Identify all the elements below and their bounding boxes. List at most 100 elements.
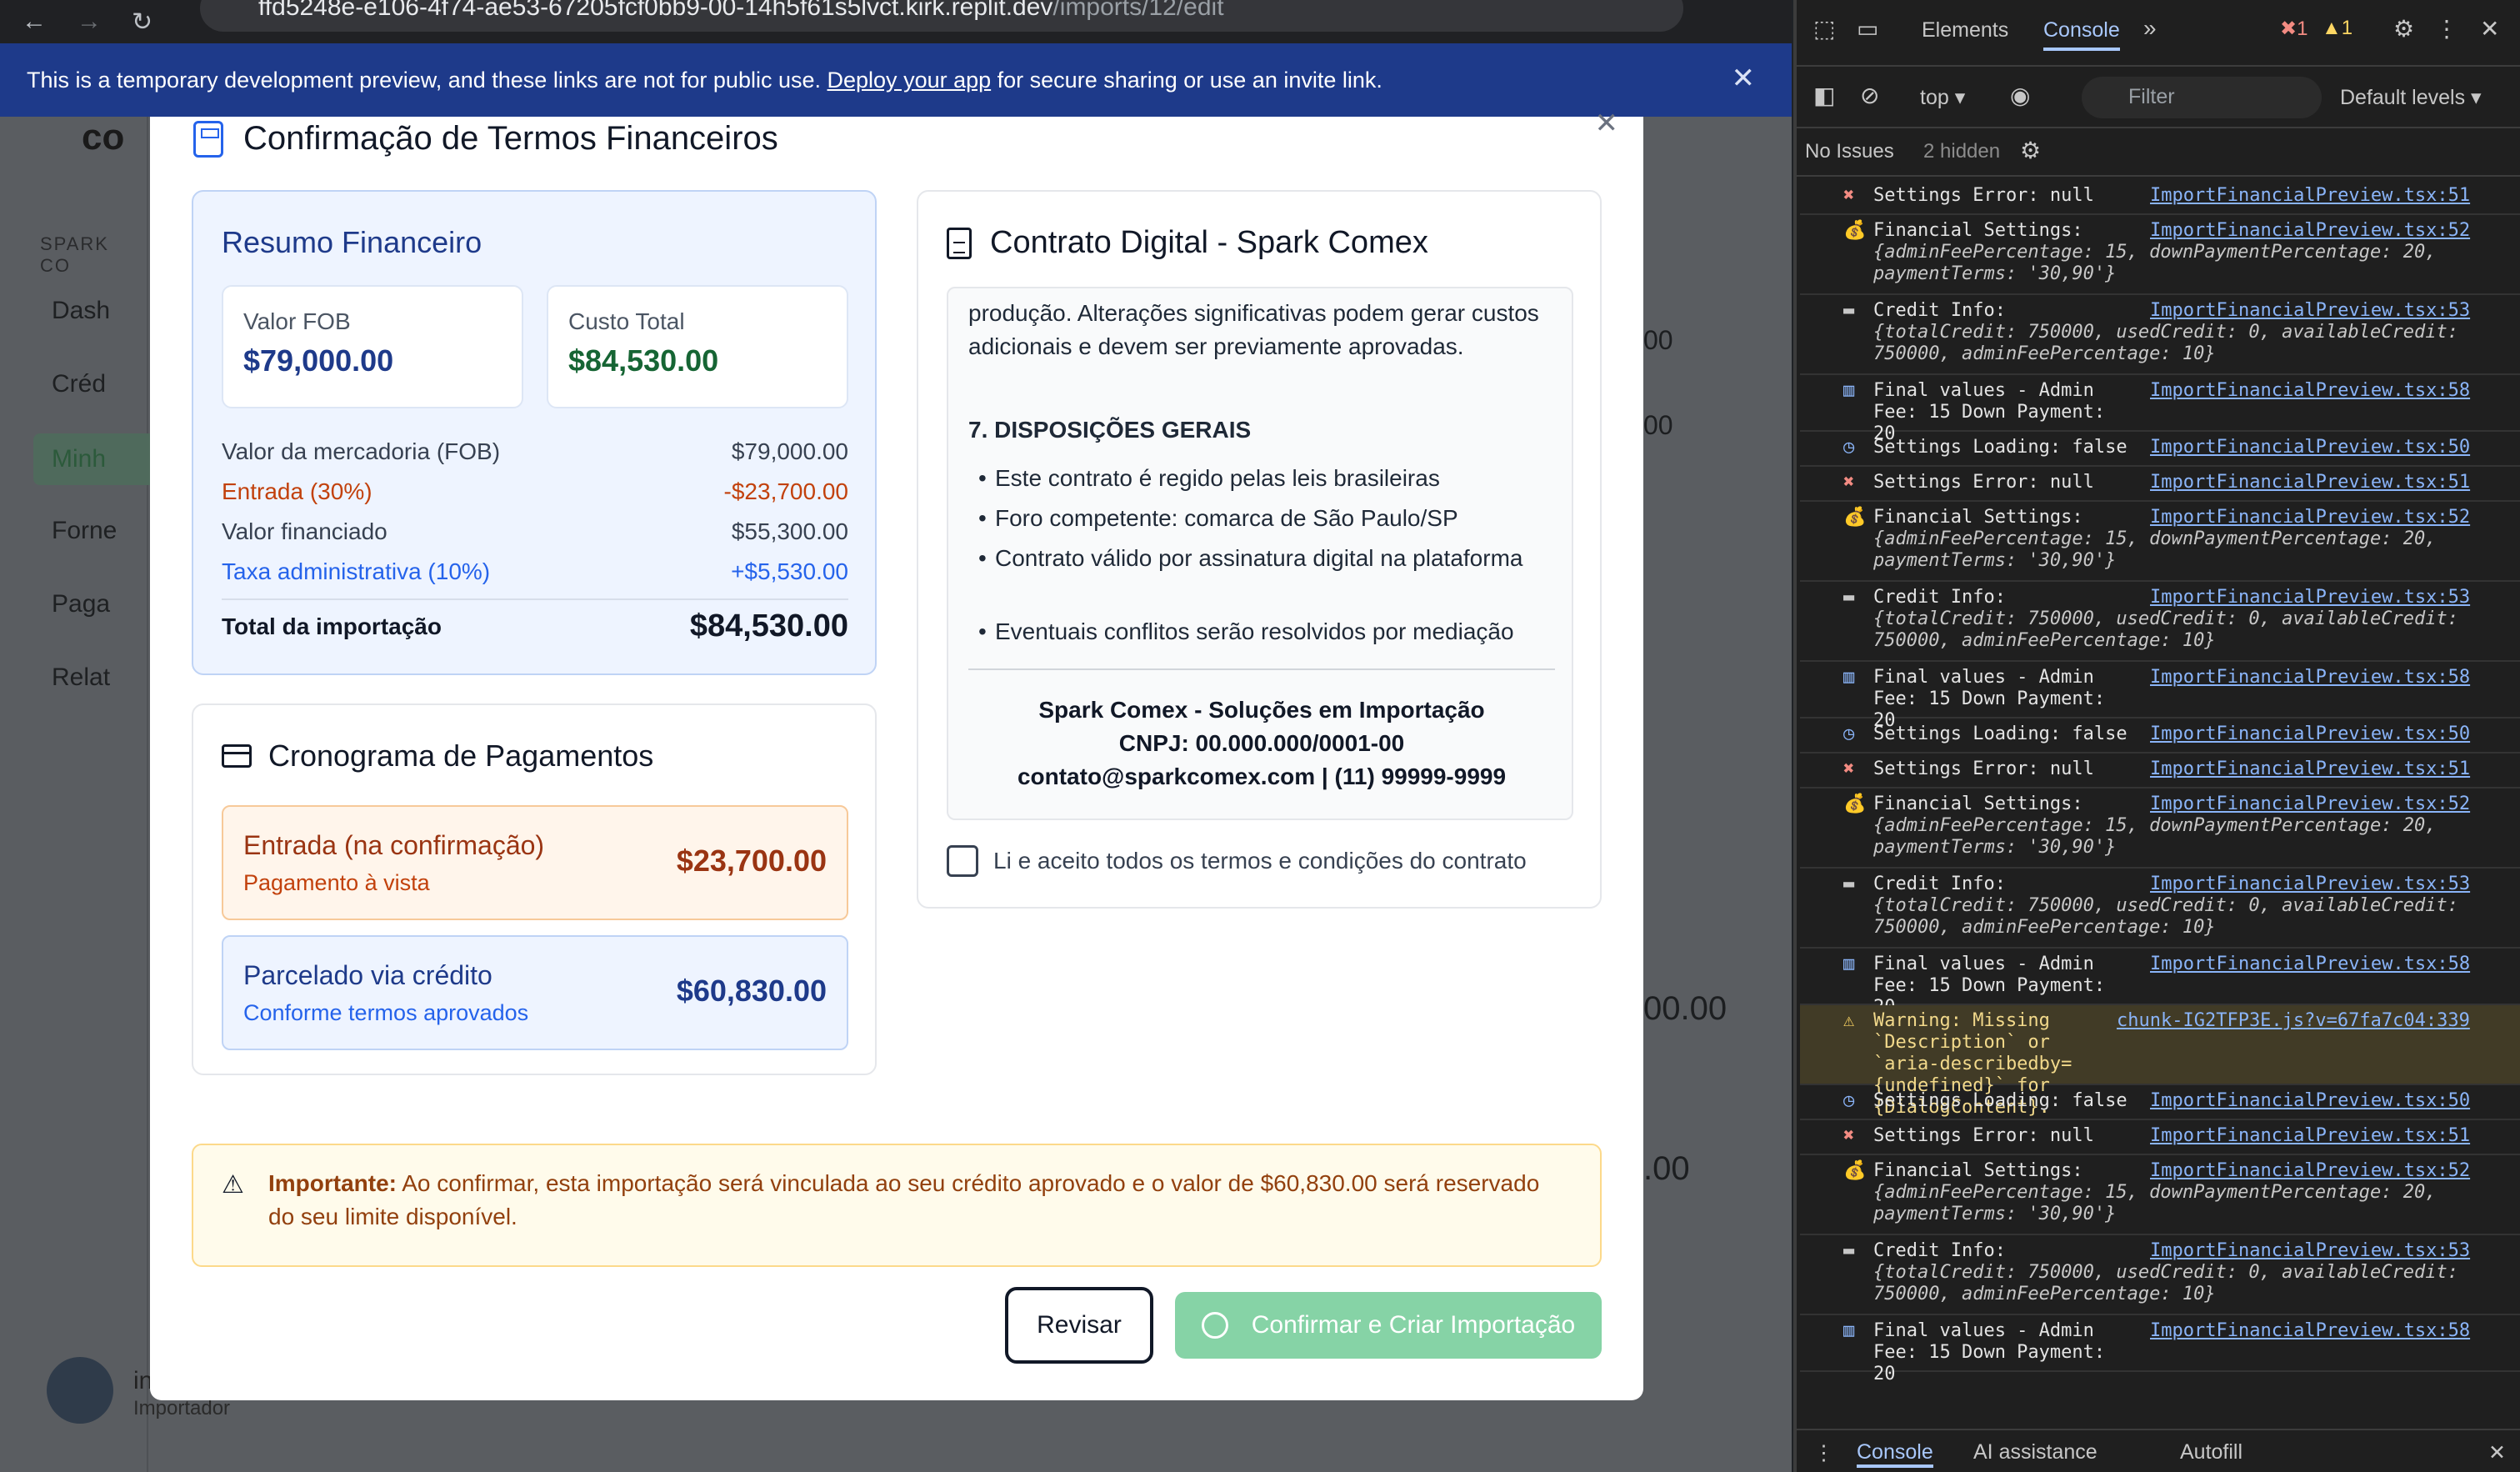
log-object[interactable]: {totalCredit: 750000, usedCredit: 0, ava…	[1873, 608, 2515, 652]
log-source-link[interactable]: ImportFinancialPreview.tsx:51	[2150, 1125, 2470, 1146]
reload-icon[interactable]: ↻	[132, 8, 165, 37]
log-source-link[interactable]: ImportFinancialPreview.tsx:58	[2150, 380, 2470, 401]
checkbox[interactable]	[947, 845, 978, 877]
log-message: Credit Info:	[1873, 300, 2006, 321]
console-log-entry[interactable]: ▥ Final values - Admin Fee: 15 Down Payme…	[1800, 949, 2520, 1018]
console-log-entry[interactable]: ▥ Final values - Admin Fee: 15 Down Payme…	[1800, 375, 2520, 444]
sidebar-toggle-icon[interactable]: ◧	[1813, 82, 1835, 109]
console-log-entry[interactable]: ▬ Credit Info: ImportFinancialPreview.tsx:…	[1800, 295, 2520, 375]
console-log-entry[interactable]: ▥ Final values - Admin Fee: 15 Down Payme…	[1800, 662, 2520, 731]
browser-toolbar: ← → ↻ ffd5248e-e106-4f74-ae53-67205fcf0b…	[0, 0, 2106, 43]
log-source-link[interactable]: ImportFinancialPreview.tsx:50	[2150, 723, 2470, 744]
sidebar-item-imports[interactable]: Minh	[33, 433, 158, 485]
console-log-entry[interactable]: ✖ Settings Error: null ImportFinancialPrev…	[1800, 467, 2520, 502]
credit-card-icon: ▬	[1843, 300, 1855, 321]
clear-console-icon[interactable]: ⊘	[1860, 82, 1879, 109]
log-source-link[interactable]: ImportFinancialPreview.tsx:53	[2150, 300, 2470, 321]
close-icon[interactable]: ✕	[1595, 107, 1619, 140]
log-source-link[interactable]: ImportFinancialPreview.tsx:52	[2150, 794, 2470, 814]
tab-elements[interactable]: Elements	[1922, 18, 2008, 43]
inspect-icon[interactable]: ⬚	[1813, 15, 1835, 43]
log-source-link[interactable]: ImportFinancialPreview.tsx:52	[2150, 220, 2470, 241]
log-source-link[interactable]: ImportFinancialPreview.tsx:53	[2150, 874, 2470, 894]
console-log-entry[interactable]: ✖ Settings Error: null ImportFinancialPrev…	[1800, 754, 2520, 789]
close-icon[interactable]: ✕	[2488, 1440, 2506, 1465]
console-log-entry[interactable]: ◷ Settings Loading: false ImportFinancialP…	[1800, 432, 2520, 467]
log-source-link[interactable]: ImportFinancialPreview.tsx:51	[2150, 472, 2470, 493]
log-levels-select[interactable]: Default levels ▾	[2340, 85, 2482, 110]
log-source-link[interactable]: ImportFinancialPreview.tsx:53	[2150, 1240, 2470, 1261]
contract-scroll-area[interactable]: produção. Alterações significativas pode…	[947, 287, 1573, 820]
address-bar[interactable]: ffd5248e-e106-4f74-ae53-67205fcf0bb9-00-…	[200, 0, 1683, 32]
console-log-entry[interactable]: ◷ Settings Loading: false ImportFinancialP…	[1800, 718, 2520, 754]
confirm-create-import-button[interactable]: Confirmar e Criar Importação	[1175, 1292, 1602, 1359]
sidebar-item-payments[interactable]: Paga	[52, 590, 110, 618]
console-log-entry[interactable]: ◷ Settings Loading: false ImportFinancialP…	[1800, 1085, 2520, 1120]
console-log-entry[interactable]: ✖ Settings Error: null ImportFinancialPrev…	[1800, 180, 2520, 215]
log-source-link[interactable]: ImportFinancialPreview.tsx:58	[2150, 954, 2470, 974]
loading-icon: ◷	[1843, 1090, 1855, 1111]
review-button[interactable]: Revisar	[1005, 1287, 1153, 1364]
eye-icon[interactable]: ◉	[2010, 82, 2030, 109]
log-object[interactable]: {adminFeePercentage: 15, downPaymentPerc…	[1873, 528, 2515, 572]
sidebar-item-dashboard[interactable]: Dash	[52, 297, 110, 325]
log-source-link[interactable]: ImportFinancialPreview.tsx:51	[2150, 185, 2470, 206]
console-log-entry[interactable]: ✖ Settings Error: null ImportFinancialPrev…	[1800, 1120, 2520, 1155]
log-object[interactable]: {adminFeePercentage: 15, downPaymentPerc…	[1873, 242, 2515, 285]
warning-count-badge[interactable]: ▲1	[2322, 17, 2352, 40]
error-count-badge[interactable]: ✖1	[2280, 17, 2308, 41]
close-icon[interactable]: ✕	[2480, 15, 2499, 43]
console-log-entry[interactable]: ▬ Credit Info: ImportFinancialPreview.tsx:…	[1800, 1235, 2520, 1315]
drawer-tab-ai-assistance[interactable]: AI assistance	[1973, 1440, 2098, 1464]
drawer-tab-autofill[interactable]: Autofill	[2180, 1440, 2242, 1464]
log-source-link[interactable]: ImportFinancialPreview.tsx:50	[2150, 437, 2470, 458]
tab-console[interactable]: Console	[2043, 18, 2120, 51]
log-object[interactable]: {totalCredit: 750000, usedCredit: 0, ava…	[1873, 895, 2515, 939]
log-message: Settings Error: null	[1873, 759, 2094, 779]
device-toolbar-icon[interactable]: ▭	[1857, 15, 1878, 43]
log-object[interactable]: {adminFeePercentage: 15, downPaymentPerc…	[1873, 1182, 2515, 1225]
console-log-entry[interactable]: 💰 Financial Settings: ImportFinancialPrevi…	[1800, 1155, 2520, 1235]
important-notice: ⚠ Importante: Ao confirmar, esta importa…	[192, 1144, 1602, 1267]
filter-input[interactable]: Filter	[2082, 77, 2322, 118]
log-object[interactable]: {totalCredit: 750000, usedCredit: 0, ava…	[1873, 1262, 2515, 1305]
sidebar-item-suppliers[interactable]: Forne	[52, 517, 117, 545]
log-source-link[interactable]: ImportFinancialPreview.tsx:52	[2150, 1160, 2470, 1181]
more-tabs-icon[interactable]: »	[2143, 15, 2157, 42]
contract-list-item: Eventuais conflitos serão resolvidos por…	[978, 615, 1562, 648]
console-log-entry[interactable]: 💰 Financial Settings: ImportFinancialPrevi…	[1800, 502, 2520, 582]
kebab-menu-icon[interactable]: ⋮	[2435, 15, 2458, 43]
log-source-link[interactable]: ImportFinancialPreview.tsx:58	[2150, 667, 2470, 688]
log-source-link[interactable]: chunk-IG2TFP3E.js?v=67fa7c04:339	[2117, 1010, 2470, 1031]
close-icon[interactable]: ✕	[1732, 62, 1756, 95]
console-log-entry[interactable]: ▬ Credit Info: ImportFinancialPreview.tsx:…	[1800, 582, 2520, 662]
log-source-link[interactable]: ImportFinancialPreview.tsx:53	[2150, 587, 2470, 608]
preview-banner: This is a temporary development preview,…	[0, 43, 1792, 117]
warning-icon: ⚠	[222, 1171, 244, 1199]
context-select[interactable]: top ▾	[1920, 85, 1965, 110]
sidebar-item-reports[interactable]: Relat	[52, 663, 110, 692]
gear-icon[interactable]: ⚙	[2393, 15, 2414, 43]
gear-icon[interactable]: ⚙	[2020, 137, 2041, 164]
money-bag-icon: 💰	[1843, 794, 1867, 814]
sidebar-item-credit[interactable]: Créd	[52, 370, 106, 398]
forward-icon[interactable]: →	[77, 8, 110, 36]
log-source-link[interactable]: ImportFinancialPreview.tsx:52	[2150, 507, 2470, 528]
console-log-entry[interactable]: ▬ Credit Info: ImportFinancialPreview.tsx:…	[1800, 869, 2520, 949]
row-value: +$5,530.00	[731, 558, 848, 584]
log-source-link[interactable]: ImportFinancialPreview.tsx:51	[2150, 759, 2470, 779]
kebab-menu-icon[interactable]: ⋮	[1813, 1440, 1834, 1465]
drawer-tab-console[interactable]: Console	[1857, 1440, 1933, 1468]
log-object[interactable]: {totalCredit: 750000, usedCredit: 0, ava…	[1873, 322, 2515, 365]
console-log-entry[interactable]: ⚠ Warning: Missing `Description` or `aria…	[1800, 1005, 2520, 1118]
avatar[interactable]	[47, 1357, 113, 1424]
console-log-entry[interactable]: ▥ Final values - Admin Fee: 15 Down Payme…	[1800, 1315, 2520, 1384]
console-log-entry[interactable]: 💰 Financial Settings: ImportFinancialPrevi…	[1800, 215, 2520, 295]
deploy-link[interactable]: Deploy your app	[828, 68, 992, 93]
log-object[interactable]: {adminFeePercentage: 15, downPaymentPerc…	[1873, 815, 2515, 859]
accept-terms-checkbox[interactable]: Li e aceito todos os termos e condições …	[947, 845, 1527, 877]
log-source-link[interactable]: ImportFinancialPreview.tsx:50	[2150, 1090, 2470, 1111]
log-source-link[interactable]: ImportFinancialPreview.tsx:58	[2150, 1320, 2470, 1341]
back-icon[interactable]: ←	[22, 8, 55, 36]
console-log-entry[interactable]: 💰 Financial Settings: ImportFinancialPrevi…	[1800, 789, 2520, 869]
